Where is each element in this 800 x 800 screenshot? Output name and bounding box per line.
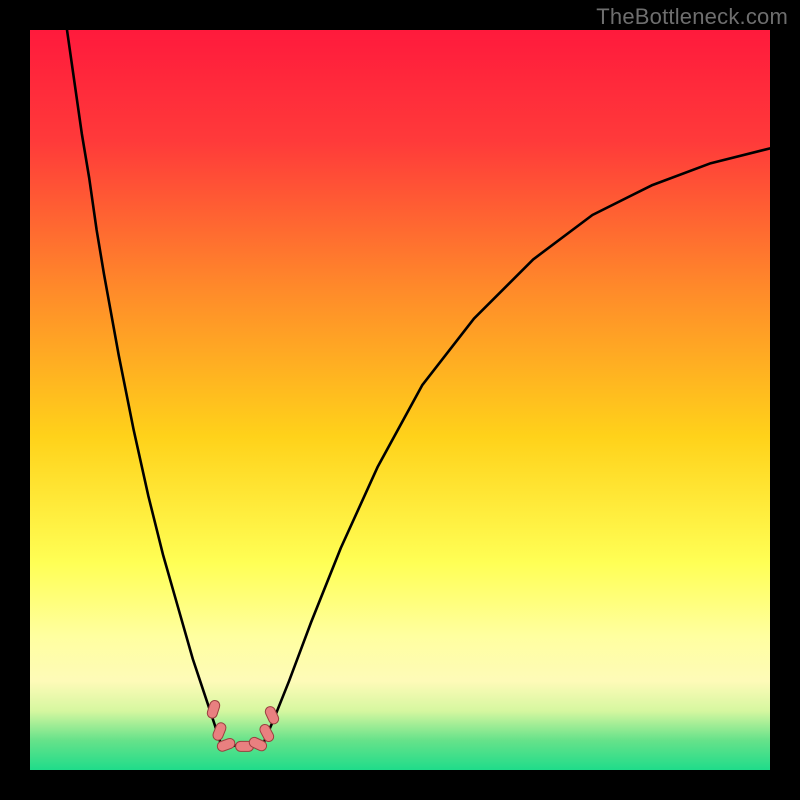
plot-area (30, 30, 770, 770)
attribution-label: TheBottleneck.com (596, 4, 788, 30)
gradient-background (30, 30, 770, 770)
chart-svg (30, 30, 770, 770)
chart-frame: TheBottleneck.com (0, 0, 800, 800)
